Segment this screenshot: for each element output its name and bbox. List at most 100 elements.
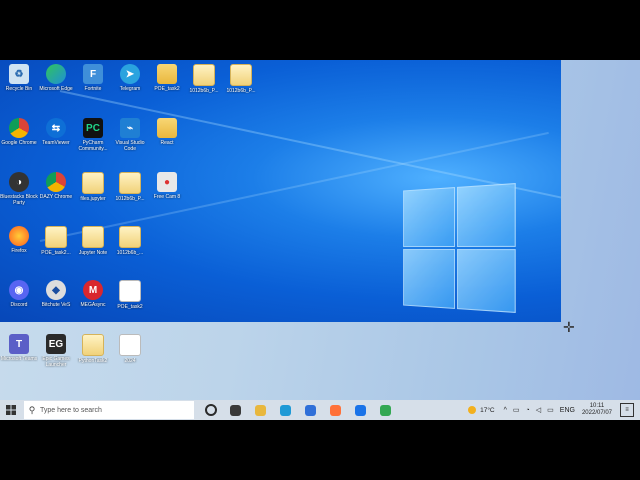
document-icon <box>45 226 67 248</box>
taskbar-app-task-view[interactable] <box>223 400 248 420</box>
firefox-icon <box>330 404 341 416</box>
desktop-icon[interactable]: 1012b6b_... <box>111 226 149 256</box>
desktop-icon[interactable]: T Microsoft Teams <box>0 334 38 362</box>
taskbar-app-chrome[interactable] <box>373 400 398 420</box>
desktop-icon-label: Recycle Bin <box>5 86 33 92</box>
desktop-icon-label: Microsoft Edge <box>39 86 73 92</box>
desktop-icon[interactable]: Google Chrome <box>0 118 38 146</box>
logo-pane <box>403 187 456 248</box>
bluestacks-icon: ◑ <box>9 172 29 192</box>
teamviewer-icon: ⇆ <box>46 118 66 138</box>
desktop-icon[interactable]: PythonTask2 <box>74 334 112 364</box>
folder-icon <box>157 64 177 84</box>
notification-center-icon[interactable]: ≡ <box>620 403 634 417</box>
desktop-icon[interactable]: F Fortnite <box>74 64 112 92</box>
logo-pane <box>456 183 516 247</box>
desktop-icon-label: Epic Games Launcher <box>42 356 70 368</box>
desktop-icon[interactable]: ⇆ TeamViewer <box>37 118 75 146</box>
desktop-icon[interactable]: ⌁ Visual Studio Code <box>111 118 149 152</box>
logo-pane <box>403 248 456 309</box>
document-icon <box>82 226 104 248</box>
language-indicator[interactable]: ENG <box>560 407 575 414</box>
desktop-icon-label: Bitchute VeS <box>41 302 71 308</box>
desktop-icon[interactable]: 1012b6b_P... <box>222 64 260 94</box>
logo-pane <box>456 249 516 313</box>
taskbar-app-mail[interactable] <box>348 400 373 420</box>
discord-icon: ◉ <box>9 280 29 300</box>
desktop-icon[interactable]: POE_task2... <box>37 226 75 256</box>
desktop-icon[interactable]: Jupyter Note <box>74 226 112 256</box>
desktop-icon[interactable]: POE_task2 <box>148 64 186 92</box>
taskbar-app-edge[interactable] <box>273 400 298 420</box>
cortana-icon <box>204 404 217 416</box>
desktop-icon[interactable]: ◉ Discord <box>0 280 38 308</box>
desktop-icon-label: Bluestacks Block Party <box>0 194 38 206</box>
desktop-icon-label: DAZY Chrome <box>39 194 73 200</box>
desktop-icon[interactable]: 1012b6b_P... <box>185 64 223 94</box>
weather-temp[interactable]: 17°C <box>480 407 495 414</box>
document-icon <box>119 226 141 248</box>
fortnite-icon: F <box>83 64 103 84</box>
desktop-icon-label: POE_task2 <box>154 86 180 92</box>
volume-icon[interactable]: ◁ <box>536 406 541 414</box>
document-icon <box>230 64 252 86</box>
clock-time: 10:11 <box>589 403 605 409</box>
desktop-icon[interactable]: Microsoft Edge <box>37 64 75 92</box>
taskbar-app-firefox[interactable] <box>323 400 348 420</box>
desktop-icon-label: Jupyter Note <box>78 250 108 256</box>
wifi-icon[interactable]: ◔ <box>526 407 530 414</box>
desktop-icon[interactable]: M MEGAsync <box>74 280 112 308</box>
desktop-icon[interactable]: POE_task2 <box>111 280 149 310</box>
taskbar: ⚲ Type here to search 17°C ^ ▭ ◔ ◁ ▭ ENG… <box>0 400 640 420</box>
document-icon <box>119 172 141 194</box>
vscode-icon: ⌁ <box>120 118 140 138</box>
mail-icon <box>355 404 366 416</box>
desktop-icon-label: Discord <box>10 302 28 308</box>
desktop-icon-label: 1012b6b_... <box>116 250 144 256</box>
freecam-icon: ● <box>157 172 177 192</box>
start-button[interactable] <box>0 400 22 420</box>
bitchute-icon: ◆ <box>46 280 66 300</box>
desktop-icon[interactable]: ◆ Bitchute VeS <box>37 280 75 308</box>
taskbar-app-cortana[interactable] <box>198 400 223 420</box>
desktop-icon[interactable]: PC PyCharm Community... <box>74 118 112 152</box>
pycharm-icon: PC <box>83 118 103 138</box>
desktop-icon[interactable]: EG Epic Games Launcher <box>37 334 75 368</box>
desktop-icon-label: Firefox <box>11 248 27 254</box>
desktop-icon-label: 1012b6b_P... <box>115 196 145 202</box>
desktop-icon[interactable]: DAZY Chrome <box>37 172 75 200</box>
desktop-icon[interactable]: files.jupyter <box>74 172 112 202</box>
network-icon[interactable]: ▭ <box>513 406 520 414</box>
desktop-icon[interactable]: ◑ Bluestacks Block Party <box>0 172 38 206</box>
mega-icon: M <box>83 280 103 300</box>
desktop-icon[interactable]: ● Free Cam 8 <box>148 172 186 200</box>
document-white-icon <box>119 334 141 356</box>
document-white-icon <box>119 280 141 302</box>
desktop-icon-label: Visual Studio Code <box>115 140 145 152</box>
clock-date: 2022/07/07 <box>581 410 612 416</box>
desktop-icon[interactable]: React <box>148 118 186 146</box>
desktop-icon[interactable]: 2024 <box>111 334 149 364</box>
desktop-icon-label: POE_task2 <box>117 304 143 310</box>
chevron-up-icon[interactable]: ^ <box>504 407 507 414</box>
desktop-icon-label: 2024 <box>124 358 136 364</box>
taskbar-app-file-explorer[interactable] <box>248 400 273 420</box>
desktop-icon[interactable]: Firefox <box>0 226 38 254</box>
telegram-icon: ➤ <box>120 64 140 84</box>
taskbar-app-store[interactable] <box>298 400 323 420</box>
desktop-icon[interactable]: 1012b6b_P... <box>111 172 149 202</box>
desktop-icon[interactable]: ➤ Telegram <box>111 64 149 92</box>
task-view-icon <box>230 404 241 416</box>
clock[interactable]: 10:11 2022/07/07 <box>582 403 612 417</box>
desktop-icon-label: Free Cam 8 <box>153 194 181 200</box>
taskbar-search-input[interactable]: ⚲ Type here to search <box>24 401 194 419</box>
desktop-icon-label: 1012b6b_P... <box>189 88 219 94</box>
folder-icon <box>157 118 177 138</box>
desktop-icon-label: Google Chrome <box>1 140 37 146</box>
desktop-icon-label: MEGAsync <box>80 302 106 308</box>
desktop-icon[interactable]: ♻ Recycle Bin <box>0 64 38 92</box>
document-icon <box>82 172 104 194</box>
battery-icon[interactable]: ▭ <box>547 406 554 414</box>
desktop-icon-label: React <box>160 140 174 146</box>
search-placeholder: Type here to search <box>40 406 102 414</box>
